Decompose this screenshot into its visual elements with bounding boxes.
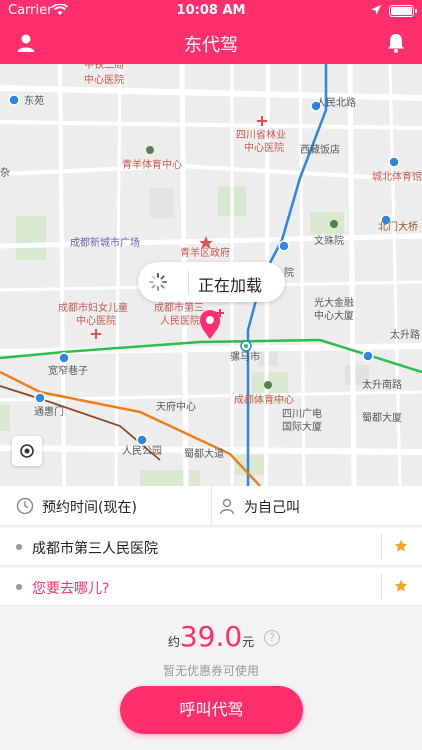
map-label: 四川省林业 — [236, 130, 286, 141]
favorite-star-icon[interactable] — [394, 579, 408, 593]
crosshair-icon — [20, 444, 34, 458]
map-label: 中心医院 — [76, 316, 116, 327]
map-label: 成都市妇女儿童 — [58, 303, 128, 314]
map-label: 光大金融 — [314, 298, 354, 309]
call-for-label: 为自己叫 — [244, 500, 300, 516]
map-label: 人民北路 — [316, 98, 356, 109]
clock-icon — [16, 497, 34, 515]
map-label: 文殊院 — [314, 236, 344, 247]
map-label: 四川广电 — [282, 409, 322, 420]
map-label: 中心医院 — [84, 75, 124, 86]
location-arrow-icon — [371, 5, 381, 15]
row-separator — [381, 534, 382, 560]
favorite-star-icon[interactable] — [394, 539, 408, 553]
fare-estimate: 约39.0元 ? — [0, 620, 422, 653]
row-separator — [381, 574, 382, 600]
map-label: 国际大厦 — [282, 422, 322, 433]
locate-me-button[interactable] — [12, 436, 42, 466]
map-label: 成都体育中心 — [234, 395, 294, 406]
map-label: 蜀都大道 — [184, 449, 224, 460]
destination-input[interactable]: 您要去哪儿? — [32, 578, 109, 598]
map-label: 天府中心 — [156, 402, 196, 413]
spinner-icon — [149, 273, 167, 291]
fare-unit: 元 — [242, 635, 255, 649]
fare-prefix: 约 — [167, 635, 180, 649]
loading-divider — [188, 270, 189, 294]
map-label: 青羊体育中心 — [122, 160, 182, 171]
page-title: 东代驾 — [184, 35, 238, 56]
map-view[interactable]: 中铁二局 中心医院 东苑 人民北路 四川省林业 中心医院 西藏饭店 青羊体育中心 城北体育馆 北门… — [0, 64, 422, 486]
pickup-address: 成都市第三人民医院 — [32, 541, 158, 557]
map-label: 西藏饭店 — [300, 145, 340, 156]
schedule-time-button[interactable]: 预约时间(现在) — [0, 486, 211, 526]
person-icon — [219, 498, 235, 515]
map-label: 骡马市 — [230, 352, 260, 363]
map-label: 城北体育馆 — [372, 172, 422, 183]
fare-amount: 39.0 — [179, 620, 243, 653]
map-label: 北门大桥 — [378, 222, 418, 233]
call-for-button[interactable]: 为自己叫 — [211, 486, 422, 526]
pickup-dot — [16, 544, 22, 550]
loading-text: 正在加载 — [198, 276, 263, 295]
map-label: 人民医院 — [160, 316, 200, 327]
map-label: 中心医院 — [244, 143, 284, 154]
battery-icon — [389, 5, 417, 17]
nav-bar: 东代驾 — [0, 22, 422, 64]
pickup-address-row[interactable]: 成都市第三人民医院 — [0, 528, 422, 566]
schedule-time-label: 预约时间(现在) — [42, 500, 137, 516]
map-label: 中心大厦 — [314, 311, 354, 322]
call-driver-button[interactable]: 呼叫代驾 — [120, 686, 303, 734]
loading-indicator: 正在加载 — [138, 262, 285, 302]
clock: 10:08 AM — [176, 3, 246, 18]
map-label: 蜀都大厦 — [362, 413, 402, 424]
map-label: 成都新城市广场 — [70, 238, 140, 249]
map-label: 中铁二局 — [84, 64, 124, 71]
status-bar: Carrier 10:08 AM — [0, 0, 422, 22]
destination-dot — [16, 584, 22, 590]
map-label: 杂 — [0, 168, 10, 179]
map-label: 人民公园 — [122, 446, 162, 457]
map-label: 太升路 — [390, 330, 420, 341]
map-label: 东苑 — [24, 96, 44, 107]
location-pin-icon — [200, 309, 224, 339]
map-label: 通惠门 — [34, 407, 64, 418]
order-options-row: 预约时间(现在) 为自己叫 — [0, 486, 422, 526]
coupon-status: 暂无优惠券可使用 — [162, 664, 259, 678]
destination-row[interactable]: 您要去哪儿? — [0, 568, 422, 606]
map-label: 宽窄巷子 — [48, 366, 88, 377]
bell-icon[interactable] — [384, 31, 408, 55]
fare-help-icon[interactable]: ? — [264, 630, 280, 646]
map-label: 太升南路 — [362, 380, 402, 391]
map-label: 院 — [284, 268, 294, 279]
map-label: 青羊区政府 — [180, 248, 230, 259]
map-label: 成都市第三 — [154, 303, 204, 314]
